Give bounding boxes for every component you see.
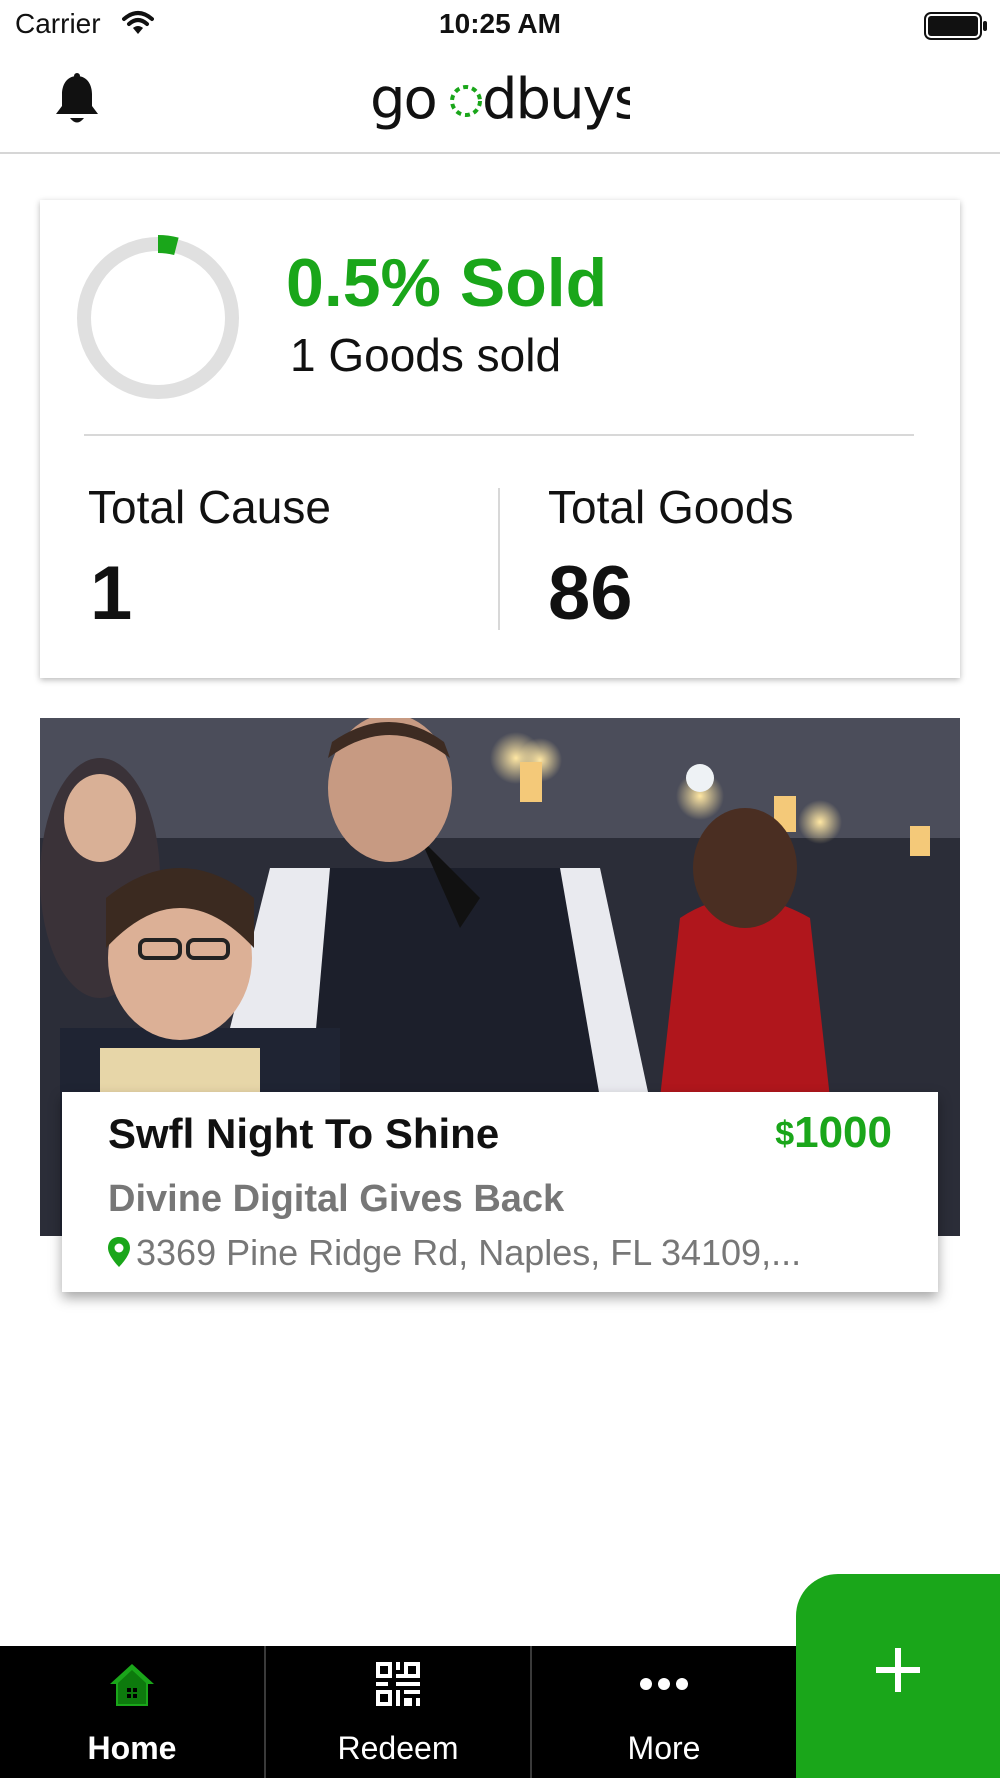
- goods-sold-count: 1 Goods sold: [290, 329, 562, 381]
- svg-text:dbuys: dbuys: [482, 68, 630, 132]
- tab-redeem-label: Redeem: [337, 1730, 459, 1766]
- home-icon: [0, 1662, 264, 1708]
- campaign-address: 3369 Pine Ridge Rd, Naples, FL 34109,...: [108, 1232, 801, 1276]
- tab-more-label: More: [627, 1730, 701, 1766]
- total-goods-label: Total Goods: [548, 481, 794, 533]
- add-button[interactable]: [796, 1574, 1000, 1778]
- qr-code-icon: [266, 1662, 530, 1706]
- price-value: 1000: [794, 1108, 892, 1157]
- campaign-title: Swfl Night To Shine: [108, 1110, 500, 1157]
- plus-icon: [872, 1644, 924, 1701]
- battery-icon: [924, 12, 988, 45]
- price-currency: $: [775, 1115, 795, 1153]
- campaign-info-panel[interactable]: Swfl Night To Shine $1000 Divine Digital…: [62, 1092, 938, 1292]
- svg-text:go: go: [370, 68, 436, 132]
- campaign-price: $1000: [775, 1108, 892, 1158]
- total-cause-value: 1: [90, 551, 133, 636]
- nav-bar: go dbuys: [0, 50, 1000, 154]
- app-logo: go dbuys: [0, 67, 1000, 153]
- total-goods-value: 86: [548, 551, 633, 636]
- tab-more[interactable]: More: [532, 1646, 796, 1778]
- tab-redeem[interactable]: Redeem: [266, 1646, 530, 1778]
- tab-home-label: Home: [87, 1730, 177, 1766]
- stats-card: 0.5% Sold 1 Goods sold Total Cause 1 Tot…: [40, 200, 960, 678]
- tab-home[interactable]: Home: [0, 1646, 264, 1778]
- status-bar: Carrier 10:25 AM: [0, 0, 1000, 50]
- location-pin-icon: [108, 1234, 130, 1276]
- goodbuys-logo: go dbuys: [370, 67, 643, 132]
- total-cause-label: Total Cause: [88, 481, 331, 533]
- divider: [498, 488, 500, 630]
- address-text: 3369 Pine Ridge Rd, Naples, FL 34109,...: [136, 1232, 802, 1273]
- sold-percent: 0.5% Sold: [286, 245, 608, 321]
- campaign-organization: Divine Digital Gives Back: [108, 1178, 565, 1220]
- status-time: 10:25 AM: [439, 8, 561, 39]
- sold-progress-ring: [74, 234, 242, 402]
- campaign-card[interactable]: Swfl Night To Shine $1000 Divine Digital…: [40, 718, 960, 1298]
- more-dots-icon: [532, 1662, 796, 1706]
- divider: [84, 434, 914, 436]
